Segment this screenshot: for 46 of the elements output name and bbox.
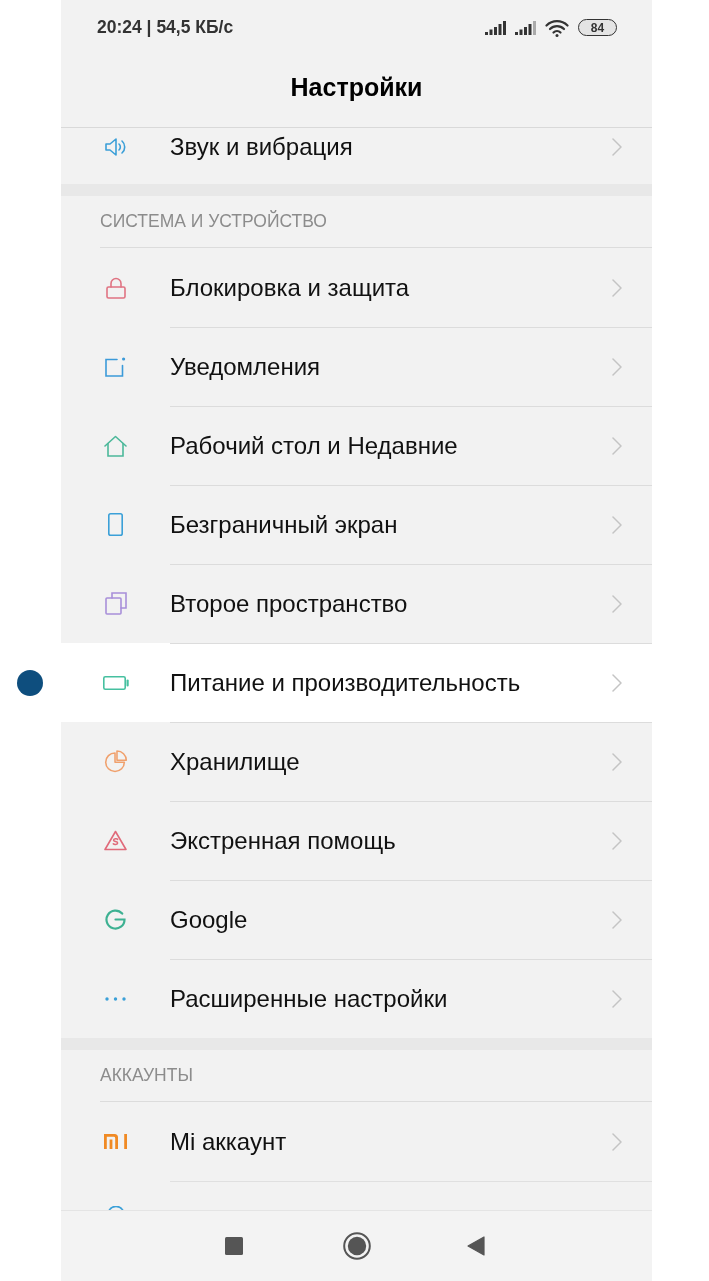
- phone-outline-icon: [108, 513, 123, 536]
- battery-icon: [102, 675, 129, 690]
- settings-item[interactable]: Звук и вибрация: [61, 128, 652, 184]
- back-icon[interactable]: [467, 1236, 485, 1256]
- settings-item[interactable]: Google: [61, 880, 652, 959]
- battery-indicator: 84: [578, 19, 617, 36]
- arc-icon: [107, 1206, 124, 1210]
- square-dot-icon: [105, 356, 126, 377]
- more-dots-icon: [105, 996, 126, 1001]
- pie-chart-icon: [103, 750, 128, 773]
- chevron-icon: [612, 358, 622, 376]
- settings-item[interactable]: Блокировка и защита: [61, 248, 652, 327]
- screen-title: Настройки: [290, 72, 423, 102]
- section-title: АККАУНТЫ: [99, 1064, 194, 1087]
- chevron-icon: [612, 990, 622, 1008]
- house-icon: [104, 434, 127, 457]
- warning-triangle-icon: [104, 830, 127, 851]
- settings-item[interactable]: Экстренная помощь: [61, 801, 652, 880]
- chevron-icon: [612, 674, 622, 692]
- marker-dot-icon: [17, 669, 43, 696]
- chevron-icon: [612, 516, 622, 534]
- settings-item[interactable]: Хранилище: [61, 722, 652, 801]
- wifi-icon: [545, 18, 569, 37]
- two-squares-icon: [104, 592, 127, 615]
- chevron-icon: [612, 753, 622, 771]
- chevron-icon: [612, 278, 622, 297]
- settings-item[interactable]: Второе пространство: [61, 564, 652, 643]
- chevron-icon: [612, 911, 622, 929]
- settings-item[interactable]: Mi аккаунт: [61, 1102, 652, 1181]
- section-title: СИСТЕМА И УСТРОЙСТВО: [99, 209, 328, 233]
- chevron-icon: [612, 832, 622, 850]
- settings-item[interactable]: Уведомления: [61, 327, 652, 406]
- settings-item[interactable]: Рабочий стол и Недавние: [61, 406, 652, 485]
- chevron-icon: [612, 437, 622, 455]
- status-time: 20:24 | 54,5 КБ/с: [97, 17, 234, 38]
- lock-icon: [105, 276, 126, 299]
- speaker-icon: [105, 137, 126, 157]
- chevron-icon: [612, 138, 622, 156]
- home-icon[interactable]: [343, 1232, 371, 1260]
- signal-icon: [485, 20, 506, 35]
- logo-icon: [104, 1134, 127, 1149]
- signal-icon: [515, 20, 536, 35]
- chevron-icon: [612, 1132, 622, 1151]
- letter-g-icon: [105, 909, 126, 930]
- settings-item[interactable]: Безграничный экран: [61, 485, 652, 564]
- chevron-icon: [612, 595, 622, 613]
